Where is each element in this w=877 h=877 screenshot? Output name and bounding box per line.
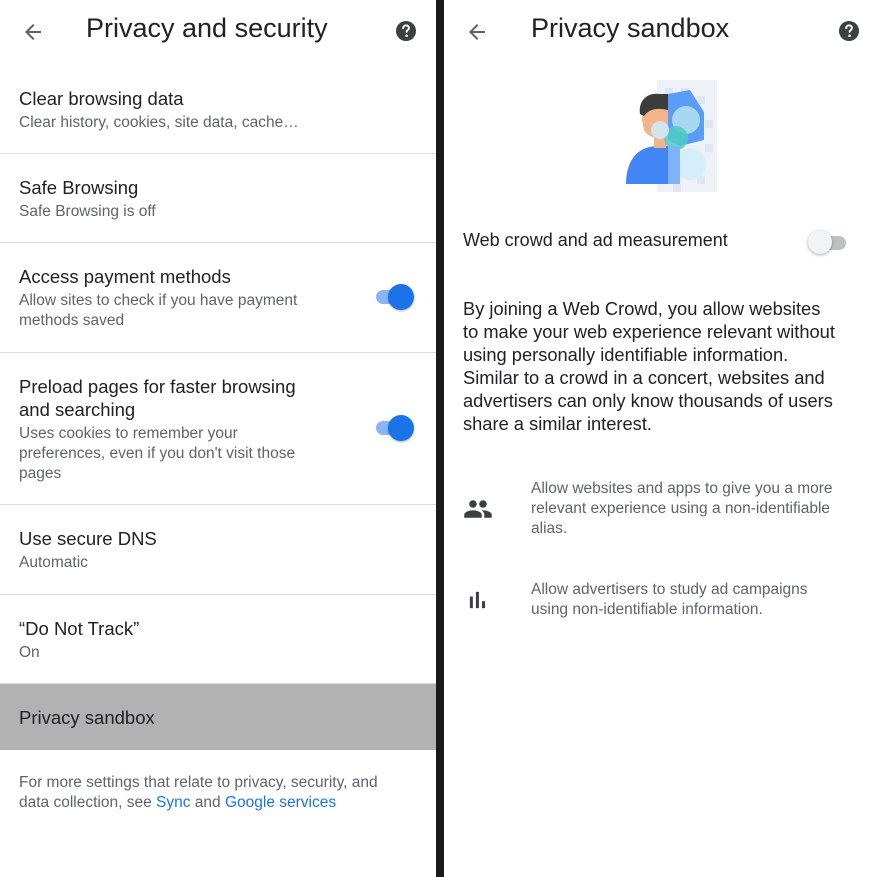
feature-line: Allow websites and apps to give you a mo… (531, 480, 833, 497)
item-subtitle-line: Uses cookies to remember your (19, 425, 238, 442)
item-title-line: and searching (19, 399, 136, 420)
description-line: Similar to a crowd in a concert, website… (463, 367, 825, 388)
payment-methods-toggle[interactable] (374, 284, 414, 310)
item-subtitle-line: pages (19, 465, 62, 482)
web-crowd-toggle[interactable] (806, 229, 850, 257)
app-bar: Privacy and security (0, 0, 436, 62)
feature-line: alias. (531, 520, 568, 537)
sandbox-illustration (620, 80, 720, 195)
safe-browsing-item[interactable]: Safe Browsing Safe Browsing is off (0, 154, 436, 243)
feature-line: Allow advertisers to study ad campaigns (531, 581, 808, 598)
help-icon[interactable] (394, 19, 418, 43)
feature-ad-measurement: Allow advertisers to study ad campaigns … (531, 580, 871, 620)
web-crowd-description: By joining a Web Crowd, you allow websit… (463, 297, 868, 435)
item-subtitle: Automatic (19, 554, 88, 571)
preload-pages-toggle[interactable] (374, 415, 414, 441)
page-title: Privacy sandbox (531, 13, 730, 43)
item-subtitle-line: preferences, even if you don't visit tho… (19, 445, 296, 462)
privacy-sandbox-item[interactable]: Privacy sandbox (0, 684, 436, 750)
item-subtitle: Safe Browsing is off (19, 203, 156, 220)
back-arrow-icon[interactable] (18, 17, 48, 47)
toggle-thumb (388, 415, 414, 441)
footer-note: For more settings that relate to privacy… (19, 773, 419, 813)
footer-line: data collection, see Sync and Google ser… (19, 793, 419, 813)
do-not-track-item[interactable]: “Do Not Track” On (0, 595, 436, 684)
sync-link[interactable]: Sync (156, 794, 190, 811)
description-line: to make your web experience relevant wit… (463, 321, 835, 342)
item-title: “Do Not Track” (19, 618, 140, 639)
feature-alias: Allow websites and apps to give you a mo… (531, 479, 871, 539)
description-line: By joining a Web Crowd, you allow websit… (463, 298, 821, 319)
page-title: Privacy and security (86, 13, 328, 43)
preload-pages-item[interactable]: Preload pages for faster browsing and se… (0, 353, 436, 505)
item-title: Privacy sandbox (19, 707, 155, 728)
app-bar: Privacy sandbox (444, 0, 877, 62)
google-services-link[interactable]: Google services (225, 794, 336, 811)
privacy-security-screen: Privacy and security Clear browsing data… (0, 0, 436, 877)
back-arrow-icon[interactable] (462, 17, 492, 47)
footer-text: data collection, see (19, 794, 157, 811)
item-title: Clear browsing data (19, 88, 184, 109)
item-title: Safe Browsing (19, 177, 139, 198)
footer-line: For more settings that relate to privacy… (19, 774, 378, 791)
feature-line: relevant experience using a non-identifi… (531, 500, 831, 517)
toggle-thumb (808, 230, 832, 254)
web-crowd-setting-label: Web crowd and ad measurement (463, 230, 728, 250)
item-subtitle: On (19, 644, 40, 661)
toggle-thumb (388, 284, 414, 310)
item-subtitle-line: Allow sites to check if you have payment (19, 292, 298, 309)
description-line: advertisers can only know thousands of u… (463, 390, 833, 411)
feature-line: using non-identifiable information. (531, 601, 763, 618)
item-title-line: Preload pages for faster browsing (19, 376, 296, 397)
item-subtitle-line: methods saved (19, 312, 125, 329)
footer-text: and (190, 794, 225, 811)
access-payment-methods-item[interactable]: Access payment methods Allow sites to ch… (0, 243, 436, 353)
help-icon[interactable] (837, 19, 861, 43)
bar-chart-icon (464, 586, 494, 616)
item-title: Use secure DNS (19, 528, 157, 549)
item-title: Access payment methods (19, 266, 231, 287)
description-line: share a similar interest. (463, 413, 652, 434)
item-subtitle: Clear history, cookies, site data, cache… (19, 114, 299, 131)
clear-browsing-data-item[interactable]: Clear browsing data Clear history, cooki… (0, 62, 436, 154)
description-line: using personally identifiable informatio… (463, 344, 789, 365)
secure-dns-item[interactable]: Use secure DNS Automatic (0, 505, 436, 595)
people-icon (463, 494, 493, 524)
